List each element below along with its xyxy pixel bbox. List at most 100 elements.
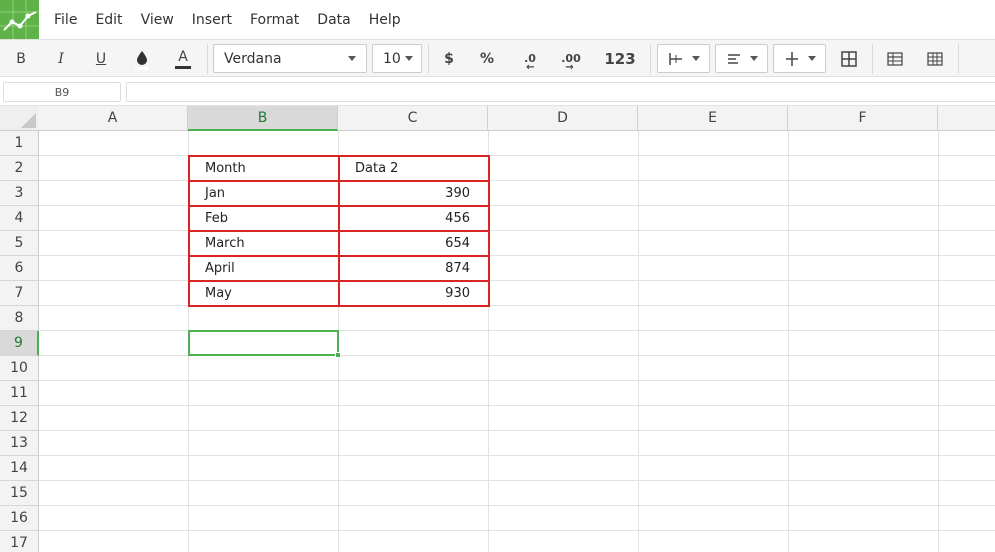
row-header-5[interactable]: 5 (0, 231, 39, 256)
row-header-16[interactable]: 16 (0, 506, 39, 531)
freeze-rows-button[interactable] (882, 40, 908, 77)
font-family-select[interactable]: Verdana (213, 44, 367, 73)
formula-input[interactable] (126, 82, 995, 102)
border-style-icon (668, 52, 682, 65)
increase-decimal-button[interactable]: .00 → (556, 40, 586, 77)
italic-label: I (58, 50, 64, 67)
row-header-11[interactable]: 11 (0, 381, 39, 406)
row-header-9[interactable]: 9 (0, 331, 39, 356)
decrease-decimal-button[interactable]: .0 ← (516, 40, 544, 77)
row-header-15[interactable]: 15 (0, 481, 39, 506)
grid-column-line (788, 131, 789, 552)
corner-triangle-icon (21, 113, 36, 128)
cell-name-box[interactable]: B9 (3, 82, 121, 102)
active-cell-selection[interactable] (188, 330, 341, 358)
row-header-8[interactable]: 8 (0, 306, 39, 331)
toolbar-separator (428, 44, 429, 74)
cell-value[interactable]: 930 (338, 281, 488, 306)
grid-row-line (39, 530, 995, 531)
number-format-label: 123 (604, 49, 636, 68)
chevron-down-icon (405, 56, 413, 61)
freeze-columns-button[interactable] (922, 40, 948, 77)
merge-cells-button[interactable] (836, 40, 862, 77)
grid-row-line (39, 280, 995, 281)
fill-handle[interactable] (335, 352, 341, 358)
column-header-b[interactable]: B (188, 106, 338, 131)
menu-insert[interactable]: Insert (192, 12, 232, 28)
column-header-f[interactable]: F (788, 106, 938, 131)
cell-month[interactable]: April (188, 256, 338, 281)
grid-row-line (39, 230, 995, 231)
row-header-12[interactable]: 12 (0, 406, 39, 431)
cell-value[interactable]: 654 (338, 231, 488, 256)
column-header-a[interactable]: A (38, 106, 188, 131)
italic-button[interactable]: I (48, 40, 74, 77)
column-header-partial[interactable] (938, 106, 995, 131)
table-border-vertical (188, 155, 190, 307)
column-header-d[interactable]: D (488, 106, 638, 131)
menu-file[interactable]: File (54, 12, 77, 28)
cell-value[interactable]: 456 (338, 206, 488, 231)
app-logo-icon[interactable] (0, 0, 39, 39)
cell-b2-header[interactable]: Month (188, 156, 338, 181)
font-size-value: 10 (383, 50, 401, 67)
menu-edit[interactable]: Edit (95, 12, 122, 28)
vertical-align-icon (785, 51, 798, 66)
cell-value[interactable]: 390 (338, 181, 488, 206)
cell-c2-header[interactable]: Data 2 (338, 156, 488, 181)
row-header-6[interactable]: 6 (0, 256, 39, 281)
row-header-1[interactable]: 1 (0, 131, 39, 156)
spreadsheet-grid[interactable]: ABCDEF 1 2 3 4 5 6 7 8 9 10 11 12 13 14 15 16 17 Month Da… (0, 106, 995, 552)
menu-help[interactable]: Help (369, 12, 401, 28)
text-color-label: A (178, 48, 188, 65)
bold-label: B (16, 50, 26, 67)
toolbar-separator (958, 44, 959, 74)
text-color-button[interactable]: A (170, 40, 196, 77)
row-header-4[interactable]: 4 (0, 206, 39, 231)
decrease-decimal-icon: .0 ← (524, 52, 536, 73)
borders-dropdown[interactable] (657, 44, 710, 73)
cell-value[interactable]: 874 (338, 256, 488, 281)
row-header-7[interactable]: 7 (0, 281, 39, 306)
underline-button[interactable]: U (88, 40, 114, 77)
row-header-3[interactable]: 3 (0, 181, 39, 206)
menu-format[interactable]: Format (250, 12, 299, 28)
number-format-button[interactable]: 123 (600, 40, 640, 77)
row-header-17[interactable]: 17 (0, 531, 39, 552)
row-header-10[interactable]: 10 (0, 356, 39, 381)
cell-month[interactable]: May (188, 281, 338, 306)
font-family-value: Verdana (224, 50, 282, 67)
bold-button[interactable]: B (8, 40, 34, 77)
currency-format-button[interactable]: $ (437, 40, 461, 77)
table-border-vertical (338, 155, 340, 307)
cell-month[interactable]: March (188, 231, 338, 256)
underline-label: U (95, 50, 107, 67)
menu-data[interactable]: Data (317, 12, 350, 28)
row-header-13[interactable]: 13 (0, 431, 39, 456)
percent-format-button[interactable]: % (474, 40, 500, 77)
row-header-2[interactable]: 2 (0, 156, 39, 181)
formula-bar: B9 (0, 78, 995, 106)
toolbar-separator (872, 44, 873, 74)
fill-color-button[interactable] (128, 40, 156, 77)
font-size-select[interactable]: 10 (372, 44, 422, 73)
toolbar-separator (650, 44, 651, 74)
merge-cells-icon (841, 50, 857, 67)
cell-month[interactable]: Jan (188, 181, 338, 206)
column-header-c[interactable]: C (338, 106, 488, 131)
grid-row-line (39, 330, 995, 331)
horizontal-align-dropdown[interactable] (715, 44, 768, 73)
grid-row-line (39, 405, 995, 406)
cell-month[interactable]: Feb (188, 206, 338, 231)
chevron-down-icon (749, 56, 758, 61)
menu-bar: File Edit View Insert Format Data Help (0, 0, 995, 39)
column-header-e[interactable]: E (638, 106, 788, 131)
grid-row-line (39, 255, 995, 256)
select-all-corner[interactable] (0, 106, 39, 131)
toolbar: B I U A Verdana 10 $ % .0 ← .00 → 123 (0, 39, 995, 77)
row-header-14[interactable]: 14 (0, 456, 39, 481)
vertical-align-dropdown[interactable] (773, 44, 826, 73)
menu-view[interactable]: View (141, 12, 174, 28)
table-rows-icon (887, 51, 903, 66)
fill-drop-icon (135, 50, 149, 70)
